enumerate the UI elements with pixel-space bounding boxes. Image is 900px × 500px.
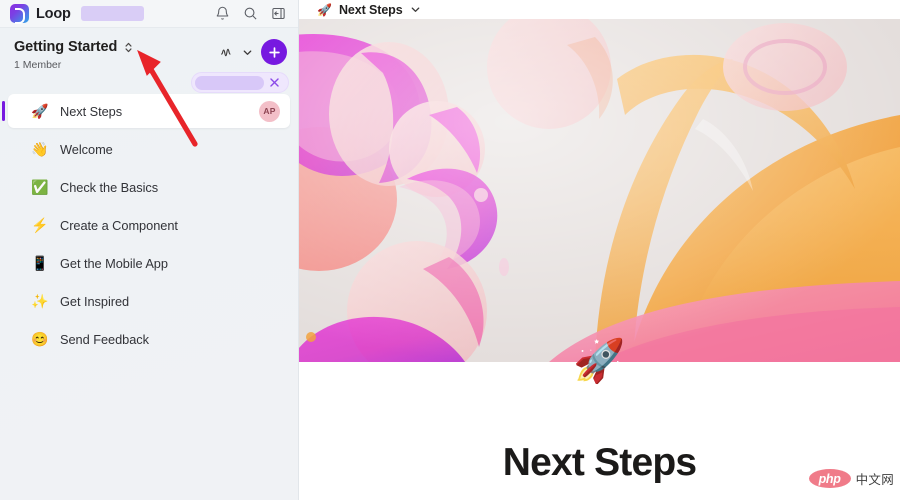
rocket-icon: 🚀: [317, 2, 332, 17]
chevron-up-down-icon[interactable]: [123, 41, 134, 54]
page-item-label: Get the Mobile App: [60, 255, 168, 271]
chevron-down-icon: [242, 47, 253, 58]
search-icon[interactable]: [243, 6, 258, 21]
page-item-label: Check the Basics: [60, 179, 159, 195]
workspace-title: Getting Started: [14, 39, 118, 55]
page-item-send-feedback[interactable]: 😊 Send Feedback: [8, 322, 290, 356]
mobile-phone-icon: 📱: [31, 255, 49, 271]
close-x-icon[interactable]: [264, 76, 281, 89]
sidebar-topbar: Loop: [0, 0, 298, 28]
page-item-create-a-component[interactable]: ⚡ Create a Component: [8, 208, 290, 242]
topbar-icon-group: [215, 6, 290, 21]
chevron-down-icon[interactable]: [410, 4, 421, 15]
page-item-check-the-basics[interactable]: ✅ Check the Basics: [8, 170, 290, 204]
lightning-bolt-icon: ⚡: [31, 217, 49, 233]
page-item-label: Send Feedback: [60, 331, 149, 347]
page-item-get-inspired[interactable]: ✨ Get Inspired: [8, 284, 290, 318]
watermark: php 中文网: [808, 469, 894, 488]
app-logo[interactable]: Loop: [10, 4, 71, 24]
redacted-chip-value: [195, 75, 264, 90]
page-item-label: Get Inspired: [60, 293, 130, 309]
smiling-face-icon: 😊: [31, 331, 49, 347]
page-item-next-steps[interactable]: 🚀 Next Steps AP: [2, 94, 290, 128]
redacted-account-label: [80, 6, 144, 21]
activity-squiggle-icon: [220, 46, 241, 59]
main-content: 🚀 Next Steps 🚀 Next Steps php 中文网: [299, 0, 900, 500]
collapse-panel-icon[interactable]: [271, 6, 286, 21]
redacted-chip[interactable]: [191, 72, 289, 93]
cover-image[interactable]: [299, 19, 900, 362]
sparkles-icon: ✨: [31, 293, 49, 309]
sidebar: Loop Getting Started 1 Member 🚀 Next Ste…: [0, 0, 299, 500]
check-mark-box-icon: ✅: [31, 179, 49, 195]
page-item-welcome[interactable]: 👋 Welcome: [8, 132, 290, 166]
activity-squiggle-button[interactable]: [220, 46, 253, 59]
loop-logo-icon: [10, 4, 29, 24]
workspace-actions: [220, 39, 287, 65]
avatar[interactable]: AP: [259, 100, 280, 122]
notifications-bell-icon[interactable]: [215, 6, 230, 21]
watermark-text: 中文网: [855, 473, 894, 487]
add-page-button[interactable]: [261, 39, 287, 65]
page-item-label: Next Steps: [60, 103, 123, 119]
app-name-label: Loop: [36, 5, 71, 22]
page-list: 🚀 Next Steps AP 👋 Welcome ✅ Check the Ba…: [0, 86, 298, 356]
rocket-icon[interactable]: 🚀: [573, 340, 625, 382]
waving-hand-icon: 👋: [31, 141, 49, 157]
rocket-icon: 🚀: [31, 103, 49, 119]
watermark-badge: php: [808, 469, 851, 488]
document-breadcrumb-bar: 🚀 Next Steps: [299, 0, 900, 19]
page-item-label: Create a Component: [60, 217, 178, 233]
loop-app-window: Loop Getting Started 1 Member 🚀 Next Ste…: [0, 0, 900, 500]
breadcrumb[interactable]: Next Steps: [339, 3, 403, 17]
page-item-label: Welcome: [60, 141, 113, 157]
page-item-get-the-mobile-app[interactable]: 📱 Get the Mobile App: [8, 246, 290, 280]
